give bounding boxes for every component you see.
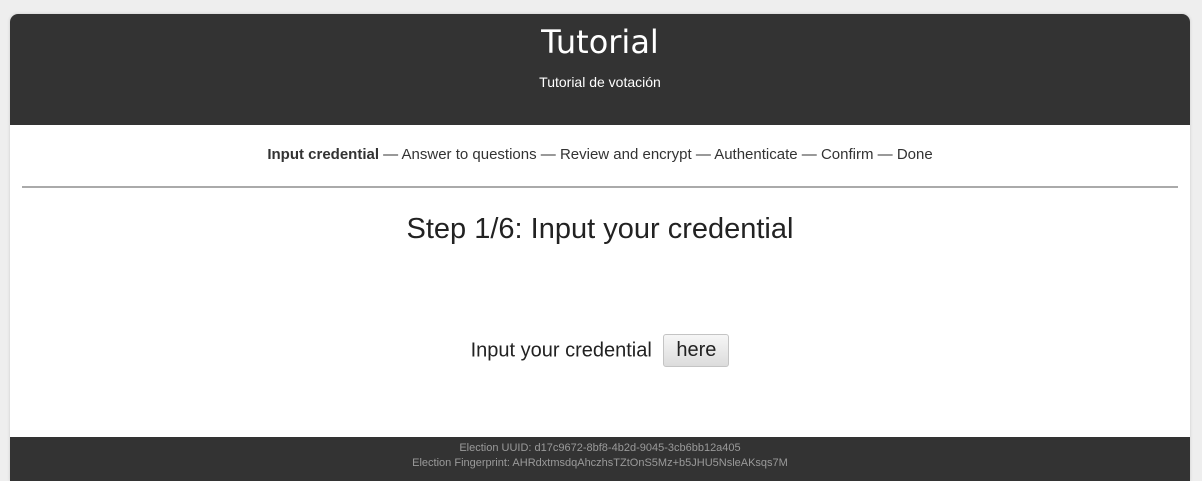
step-title: Step 1/6: Input your credential [406,213,794,245]
step-breadcrumb: Input credential — Answer to questions —… [10,145,1190,165]
credential-prompt-row: Input your credential here [10,333,1190,368]
election-uuid: Election UUID: d17c9672-8bf8-4b2d-9045-3… [459,442,741,454]
step-item-done: Done [896,146,933,163]
credential-prompt-label: Input your credential [470,339,652,362]
step-item-review-and-encrypt: Review and encrypt [559,146,692,163]
footer: Election UUID: d17c9672-8bf8-4b2d-9045-3… [10,437,1190,481]
page-title: Tutorial [541,23,659,61]
step-separator: — [691,146,715,163]
step-item-answer-to-questions: Answer to questions [401,146,537,163]
election-fingerprint: Election Fingerprint: AHRdxtmsdqAhczhsTZ… [412,457,788,469]
header: Tutorial Tutorial de votación [10,14,1190,125]
page-container: Tutorial Tutorial de votación Input cred… [10,14,1190,481]
step-separator: — [873,146,897,163]
step-separator: — [797,146,821,163]
step-item-input-credential: Input credential [267,146,380,163]
divider [22,186,1178,188]
step-separator: — [536,146,560,163]
page-subtitle: Tutorial de votación [539,74,661,90]
step-separator: — [379,146,402,163]
step-item-confirm: Confirm [820,146,874,163]
input-credential-button[interactable]: here [663,334,730,368]
step-item-authenticate: Authenticate [714,146,798,163]
